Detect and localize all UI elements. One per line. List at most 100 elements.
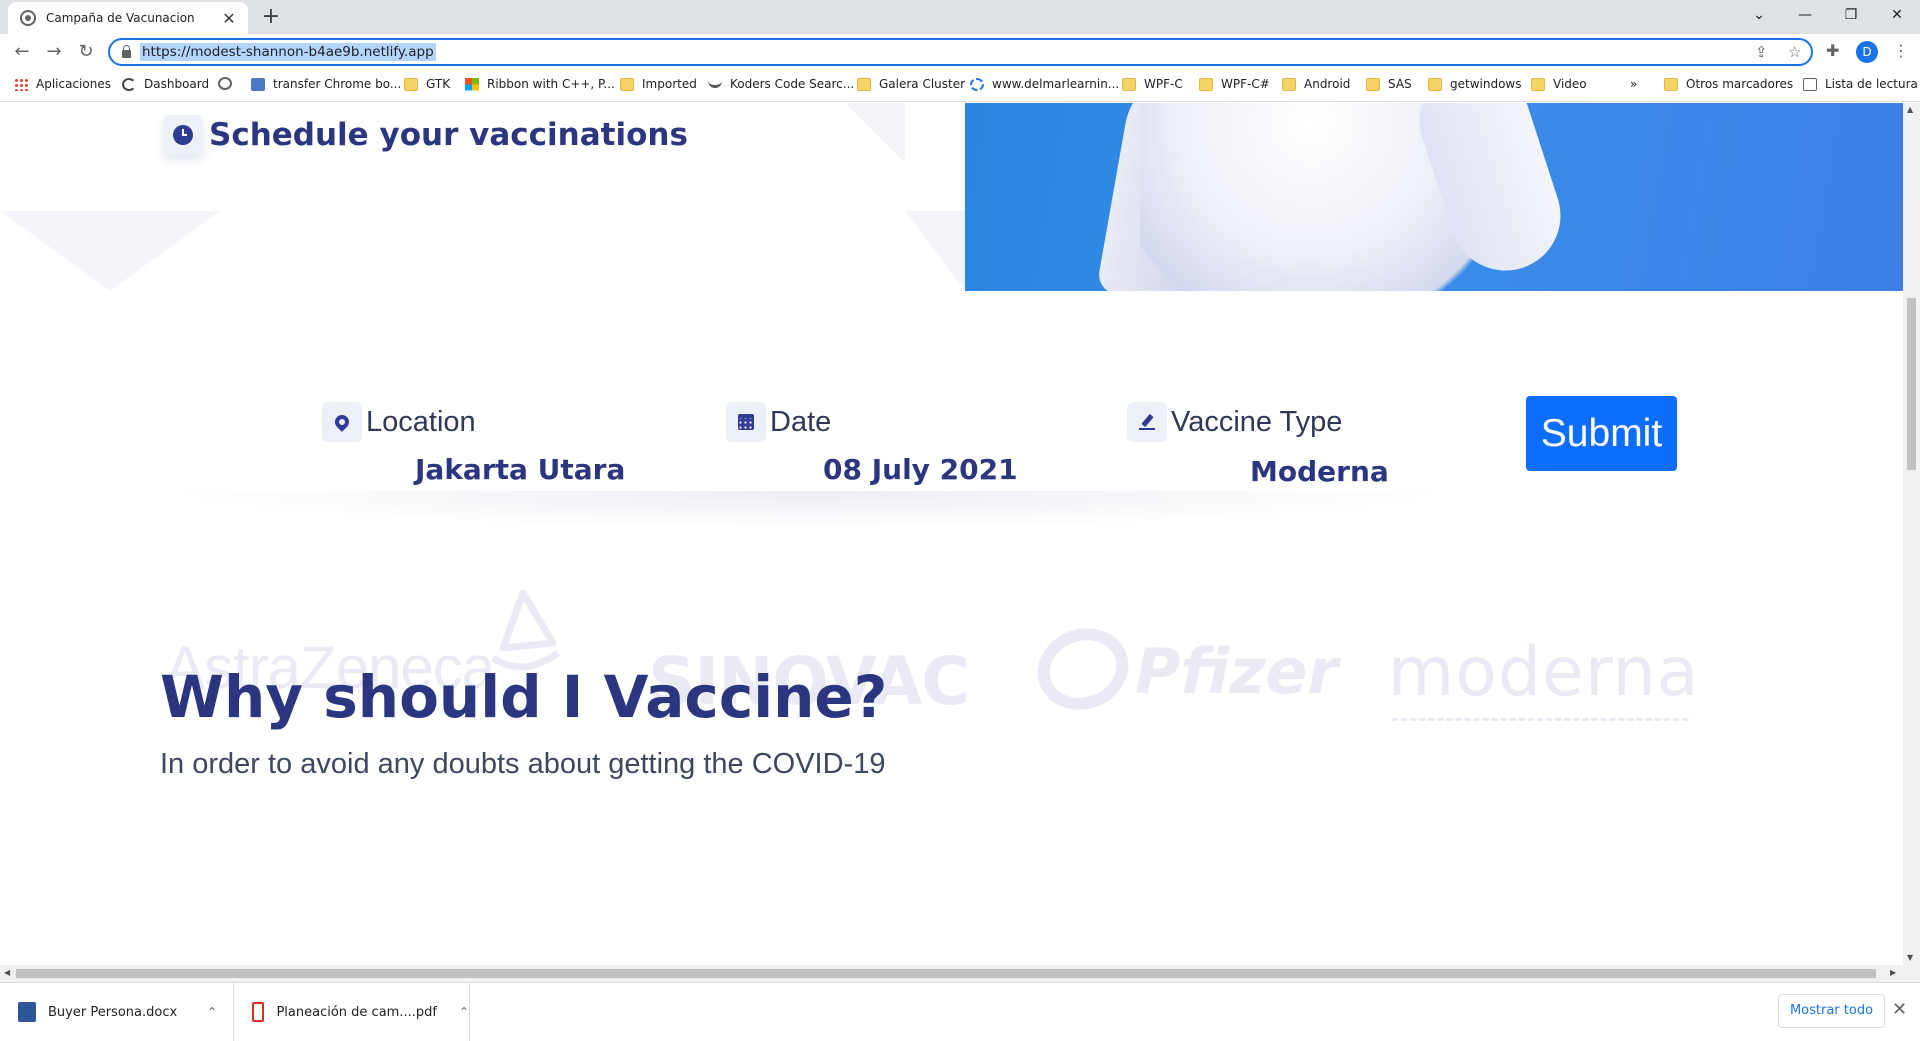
bookmark-getwindows[interactable]: getwindows: [1428, 77, 1521, 91]
hero-doctor-image: [965, 103, 1903, 291]
date-field[interactable]: Date 08 July 2021: [726, 402, 1018, 486]
scroll-right-icon[interactable]: ▶: [1890, 968, 1896, 977]
clock-icon: [173, 125, 193, 145]
date-label: Date: [770, 405, 832, 438]
tab-title: Campaña de Vacunacion: [46, 11, 195, 25]
scroll-down-icon[interactable]: ▼: [1907, 953, 1913, 962]
bookmark-android[interactable]: Android: [1282, 77, 1350, 91]
profile-avatar[interactable]: D: [1856, 41, 1878, 63]
location-value[interactable]: Jakarta Utara: [415, 453, 625, 486]
minimize-button[interactable]: —: [1782, 0, 1828, 30]
chevron-up-icon[interactable]: ⌃: [459, 1005, 469, 1019]
bookmark-wpf-c[interactable]: WPF-C: [1122, 77, 1183, 91]
bookmarks-bar: Aplicaciones Dashboard transfer Chrome b…: [0, 70, 1920, 102]
koders-icon: [708, 80, 722, 88]
show-all-button[interactable]: Mostrar todo: [1778, 994, 1885, 1028]
location-field[interactable]: Location Jakarta Utara: [322, 402, 625, 486]
form-shadow: [160, 491, 1460, 531]
chevron-up-icon[interactable]: ⌃: [207, 1005, 217, 1019]
scroll-up-icon[interactable]: ▲: [1907, 105, 1913, 114]
scroll-left-icon[interactable]: ◀: [4, 968, 10, 977]
pfizer-logo: Pfizer: [1037, 628, 1338, 710]
folder-icon: [1664, 77, 1678, 91]
more-bookmarks-chevron-icon[interactable]: »: [1630, 77, 1637, 91]
tab-search-icon[interactable]: ⌄: [1736, 0, 1782, 30]
calendar-icon: [738, 414, 754, 430]
vaccine-icon-box: [1127, 402, 1167, 442]
globe-icon: [218, 77, 232, 90]
folder-icon: [620, 77, 634, 91]
bookmark-sas[interactable]: SAS: [1366, 77, 1412, 91]
vaccine-type-value[interactable]: Moderna: [1250, 455, 1389, 488]
bookmark-app-icon: [251, 77, 265, 91]
vertical-scrollbar[interactable]: ▲ ▼: [1903, 103, 1920, 965]
bookmark-globe[interactable]: [218, 77, 240, 90]
bookmark-imported[interactable]: Imported: [620, 77, 697, 91]
browser-tab[interactable]: Campaña de Vacunacion ✕: [8, 2, 248, 34]
folder-icon: [1122, 77, 1136, 91]
bookmark-star-icon[interactable]: ☆: [1788, 43, 1801, 61]
vertical-scroll-thumb[interactable]: [1907, 298, 1916, 470]
download-filename: Buyer Persona.docx: [48, 1004, 178, 1020]
delmar-icon: [970, 77, 984, 91]
lock-icon[interactable]: [122, 44, 131, 58]
reading-list-icon: [1803, 77, 1817, 91]
horizontal-scroll-thumb[interactable]: [16, 969, 1876, 978]
download-item[interactable]: Buyer Persona.docx ⌃: [0, 983, 234, 1041]
bookmark-transfer-chrome[interactable]: transfer Chrome bo...: [251, 77, 401, 91]
url-text[interactable]: https://modest-shannon-b4ae9b.netlify.ap…: [140, 43, 436, 61]
horizontal-scrollbar[interactable]: ◀ ▶: [0, 965, 1920, 982]
pen-icon: [1139, 414, 1155, 430]
folder-icon: [404, 77, 418, 91]
moderna-logo: moderna: [1388, 633, 1699, 721]
bookmark-ribbon[interactable]: Ribbon with C++, P...: [465, 77, 615, 91]
bg-triangle-shape: [0, 211, 220, 291]
download-item[interactable]: Planeación de cam....pdf ⌃: [234, 983, 470, 1041]
bookmark-galera[interactable]: Galera Cluster: [857, 77, 965, 91]
schedule-title: Schedule your vaccinations: [209, 117, 688, 153]
moderna-underline: [1392, 718, 1688, 722]
site-favicon-icon: [20, 10, 36, 26]
address-bar[interactable]: https://modest-shannon-b4ae9b.netlify.ap…: [108, 38, 1813, 66]
new-tab-button[interactable]: +: [258, 4, 284, 29]
tab-close-icon[interactable]: ✕: [220, 9, 238, 28]
folder-icon: [1199, 77, 1213, 91]
reading-list[interactable]: Lista de lectura: [1803, 77, 1918, 91]
word-doc-icon: [18, 1002, 36, 1022]
reload-button[interactable]: ↻: [74, 40, 98, 64]
bookmark-dashboard[interactable]: Dashboard: [122, 77, 209, 91]
other-bookmarks[interactable]: Otros marcadores: [1664, 77, 1793, 91]
bg-triangle-shape: [905, 211, 965, 291]
bookmark-video[interactable]: Video: [1531, 77, 1587, 91]
bookmark-gtk[interactable]: GTK: [404, 77, 450, 91]
tab-strip: Campaña de Vacunacion ✕ + ⌄ — ❐ ✕: [0, 0, 1920, 34]
restore-button[interactable]: ❐: [1828, 0, 1874, 30]
submit-button[interactable]: Submit: [1526, 396, 1677, 471]
share-icon[interactable]: ⇪: [1755, 43, 1768, 61]
menu-kebab-icon[interactable]: ⋮: [1893, 41, 1909, 60]
folder-icon: [1282, 77, 1296, 91]
forward-button[interactable]: →: [42, 40, 66, 64]
folder-icon: [1428, 77, 1442, 91]
dashboard-icon: [122, 77, 136, 91]
date-icon-box: [726, 402, 766, 442]
why-vaccine-heading: Why should I Vaccine?: [160, 663, 888, 731]
microsoft-icon: [465, 77, 479, 91]
folder-icon: [1366, 77, 1380, 91]
bookmark-wpf-csharp[interactable]: WPF-C#: [1199, 77, 1270, 91]
date-value[interactable]: 08 July 2021: [823, 453, 1018, 486]
bookmark-delmar[interactable]: www.delmarlearnin...: [970, 77, 1119, 91]
extensions-icon[interactable]: ✚: [1826, 41, 1839, 60]
window-close-button[interactable]: ✕: [1874, 0, 1920, 30]
vaccine-type-field[interactable]: Vaccine Type Moderna: [1127, 402, 1389, 488]
vaccine-type-label: Vaccine Type: [1171, 405, 1343, 438]
schedule-header: Schedule your vaccinations: [163, 115, 688, 155]
bookmark-koders[interactable]: Koders Code Searc...: [708, 77, 854, 91]
folder-icon: [857, 77, 871, 91]
browser-toolbar: ← → ↻ https://modest-shannon-b4ae9b.netl…: [0, 34, 1920, 70]
back-button[interactable]: ←: [10, 40, 34, 64]
location-pin-icon: [332, 412, 352, 432]
close-download-bar-icon[interactable]: ✕: [1892, 999, 1907, 1020]
bookmark-aplicaciones[interactable]: Aplicaciones: [14, 77, 111, 91]
download-bar: Buyer Persona.docx ⌃ Planeación de cam..…: [0, 982, 1920, 1041]
